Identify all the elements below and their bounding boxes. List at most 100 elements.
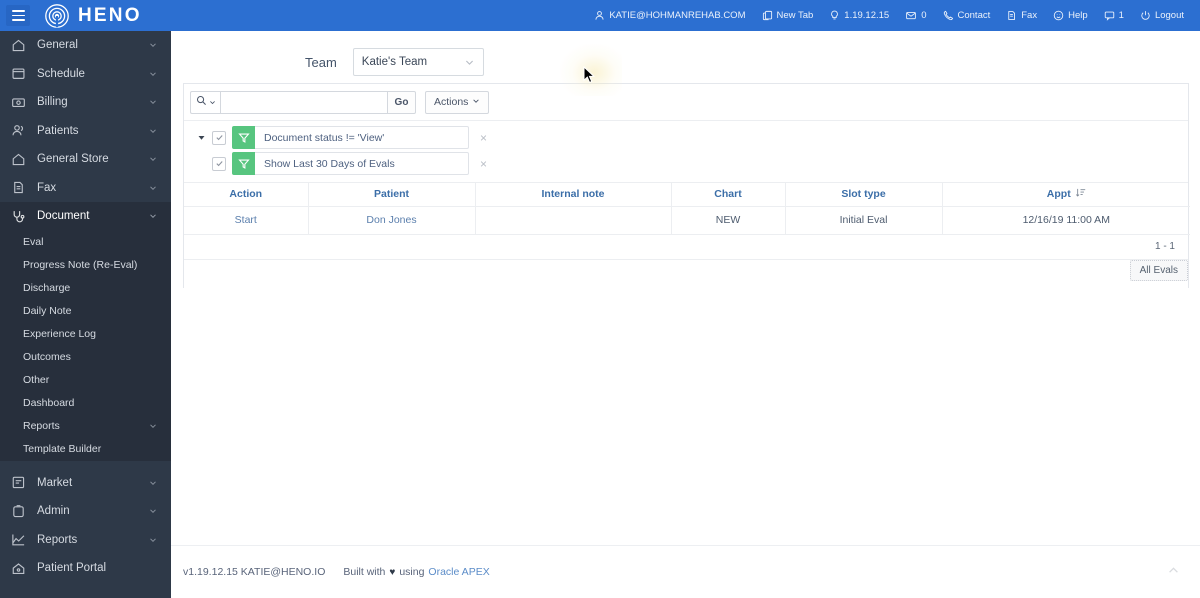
top-item-help[interactable]: Help [1045, 0, 1096, 31]
smiley-icon [1053, 10, 1064, 21]
search-columns-dropdown[interactable] [190, 90, 220, 114]
portal-home-icon [11, 561, 26, 576]
sidebar-item-label: Schedule [37, 67, 85, 80]
column-header-action[interactable]: Action [184, 183, 309, 207]
top-item-account[interactable]: KATIE@HOHMANREHAB.COM [586, 0, 753, 31]
remove-filter-icon[interactable]: × [480, 158, 487, 170]
top-item-chat[interactable]: 1 [1096, 0, 1132, 31]
sidebar-item-patients[interactable]: Patients [0, 117, 171, 146]
column-header-patient[interactable]: Patient [308, 183, 476, 207]
filter-checkbox[interactable] [212, 156, 226, 171]
hamburger-menu-icon[interactable] [6, 5, 30, 26]
sidebar-subitem-label: Outcomes [23, 351, 71, 363]
chevron-down-icon [148, 421, 158, 431]
sidebar-item-label: Billing [37, 96, 68, 109]
pagination: 1 - 1 [184, 235, 1188, 260]
column-header-appt[interactable]: Appt [942, 183, 1190, 207]
top-item-contact[interactable]: Contact [935, 0, 999, 31]
top-item-new-tab[interactable]: New Tab [754, 0, 822, 31]
table-row[interactable]: Start Don Jones NEW Initial Eval 12/16/1… [184, 206, 1190, 235]
actions-button[interactable]: Actions [425, 90, 490, 114]
sidebar-item-general[interactable]: General [0, 31, 171, 60]
brand-logo-group[interactable]: HENO [44, 3, 142, 29]
admin-icon [11, 504, 26, 519]
remove-filter-icon[interactable]: × [480, 132, 487, 144]
chevron-down-icon [148, 69, 158, 79]
sidebar-subitem-outcomes[interactable]: Outcomes [0, 345, 171, 369]
cell-action[interactable]: Start [184, 206, 309, 235]
sidebar-subitem-dashboard[interactable]: Dashboard [0, 391, 171, 415]
sidebar-subitem-discharge[interactable]: Discharge [0, 276, 171, 300]
search-group: Go [190, 90, 416, 114]
sidebar-subitem-eval[interactable]: Eval [0, 230, 171, 254]
chevron-up-icon[interactable] [1167, 564, 1180, 580]
pagination-range: 1 - 1 [1154, 241, 1175, 252]
start-link[interactable]: Start [235, 214, 257, 226]
cell-chart: NEW [671, 206, 786, 235]
top-bar-actions: KATIE@HOHMANREHAB.COM New Tab 1.19.12.15 [586, 0, 1200, 31]
stethoscope-icon [11, 209, 26, 224]
top-item-label: 1 [1118, 10, 1124, 21]
column-label: Chart [714, 188, 742, 201]
chart-icon [11, 532, 26, 547]
sidebar-item-document[interactable]: Document [0, 202, 171, 231]
filter-checkbox[interactable] [212, 130, 226, 145]
team-select[interactable]: Katie's Team [352, 48, 484, 76]
sidebar-item-billing[interactable]: Billing [0, 88, 171, 117]
column-label: Slot type [841, 188, 886, 201]
sidebar-item-admin[interactable]: Admin [0, 497, 171, 526]
sidebar-item-label: Document [37, 210, 90, 223]
sidebar-subitem-daily-note[interactable]: Daily Note [0, 299, 171, 323]
sidebar-subitem-label: Reports [23, 420, 60, 432]
sidebar-subitem-reports[interactable]: Reports [0, 414, 171, 438]
footer-built-suffix: using [399, 566, 425, 578]
sidebar-item-patient-portal[interactable]: Patient Portal [0, 554, 171, 583]
top-item-version[interactable]: 1.19.12.15 [821, 0, 897, 31]
oracle-apex-link[interactable]: Oracle APEX [428, 566, 489, 578]
sidebar-item-label: Patients [37, 124, 79, 137]
sidebar-item-general-store[interactable]: General Store [0, 145, 171, 174]
magnifier-icon [196, 93, 207, 111]
column-header-chart[interactable]: Chart [671, 183, 786, 207]
filter-label[interactable]: Document status != 'View' [255, 126, 469, 149]
top-item-label: KATIE@HOHMANREHAB.COM [609, 10, 746, 21]
sidebar-item-fax[interactable]: Fax [0, 174, 171, 203]
fax-icon [11, 180, 26, 195]
sidebar-item-label: Market [37, 476, 73, 489]
cell-appt: 12/16/19 11:00 AM [942, 206, 1190, 235]
sidebar-item-reports[interactable]: Reports [0, 526, 171, 555]
sort-descending-icon[interactable] [1075, 187, 1086, 201]
sidebar-item-schedule[interactable]: Schedule [0, 60, 171, 89]
filter-collapse-toggle-icon[interactable] [190, 133, 212, 142]
cell-patient[interactable]: Don Jones [308, 206, 476, 235]
column-header-slot-type[interactable]: Slot type [785, 183, 943, 207]
sidebar-item-label: Admin [37, 505, 70, 518]
chevron-down-icon [148, 126, 158, 136]
sidebar-subitem-other[interactable]: Other [0, 368, 171, 392]
filter-label[interactable]: Show Last 30 Days of Evals [255, 152, 469, 175]
home-icon [11, 38, 26, 53]
top-item-logout[interactable]: Logout [1132, 0, 1192, 31]
top-item-fax[interactable]: Fax [998, 0, 1045, 31]
tab-label: All Evals [1139, 264, 1178, 276]
main-content: Team Katie's Team Go Actions Document st… [171, 31, 1200, 598]
column-label: Internal note [541, 188, 605, 201]
column-header-internal-note[interactable]: Internal note [475, 183, 672, 207]
go-button[interactable]: Go [387, 90, 416, 114]
cell-internal-note [475, 206, 672, 235]
tab-all-evals[interactable]: All Evals [1129, 259, 1188, 281]
top-item-label: Fax [1021, 10, 1038, 21]
column-label: Patient [373, 188, 409, 201]
sidebar-subitem-label: Eval [23, 236, 44, 248]
chevron-down-icon [148, 183, 158, 193]
sidebar-item-label: General [37, 39, 78, 52]
sidebar-item-market[interactable]: Market [0, 469, 171, 498]
sidebar-subitem-template-builder[interactable]: Template Builder [0, 437, 171, 461]
market-icon [11, 475, 26, 490]
report-tabs: All Evals [184, 259, 1188, 288]
sidebar-subitem-experience-log[interactable]: Experience Log [0, 322, 171, 346]
search-input[interactable] [220, 90, 387, 114]
top-item-messages[interactable]: 0 [897, 0, 934, 31]
patient-link[interactable]: Don Jones [366, 214, 416, 226]
sidebar-subitem-progress-note[interactable]: Progress Note (Re-Eval) [0, 253, 171, 277]
